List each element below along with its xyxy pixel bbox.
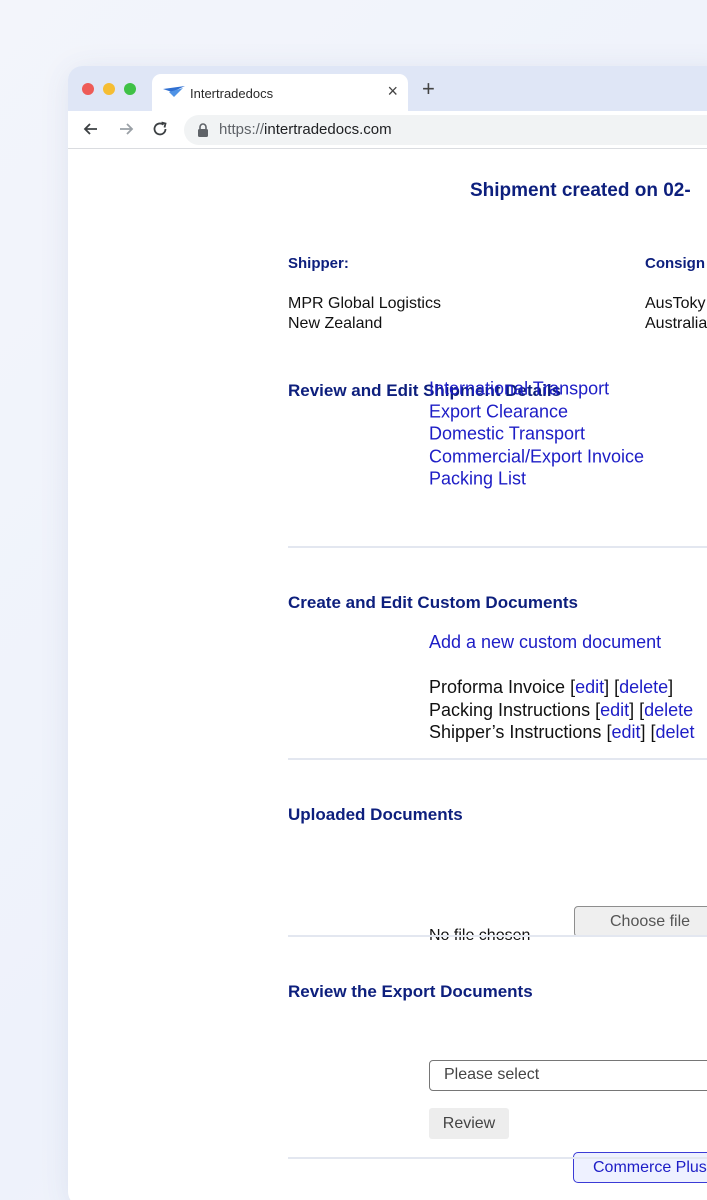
new-tab-icon[interactable]: +	[422, 78, 435, 100]
link-packing-list[interactable]: Packing List	[429, 468, 644, 491]
uploaded-docs-heading: Uploaded Documents	[288, 805, 463, 824]
back-arrow-icon[interactable]	[81, 119, 101, 139]
shipper-country: New Zealand	[288, 315, 383, 332]
intertradedocs-logo-icon	[163, 86, 185, 97]
link-international-transport[interactable]: International Transport	[429, 378, 644, 401]
divider	[288, 758, 707, 760]
link-domestic-transport[interactable]: Domestic Transport	[429, 423, 644, 446]
forward-arrow-icon[interactable]	[116, 119, 136, 139]
maximize-window-icon[interactable]	[124, 83, 136, 95]
reload-icon[interactable]	[150, 119, 170, 139]
consignee-name: AusToky	[645, 295, 706, 312]
minimize-window-icon[interactable]	[103, 83, 115, 95]
choose-file-button[interactable]: Choose file	[574, 906, 707, 937]
close-tab-icon[interactable]: ×	[387, 81, 398, 101]
custom-doc-name: Proforma Invoice	[429, 677, 566, 697]
edit-link[interactable]: edit	[600, 700, 629, 720]
browser-toolbar: https://intertradedocs.com	[68, 111, 707, 149]
custom-doc-list: Proforma Invoice [edit] [delete] Packing…	[429, 676, 695, 744]
lock-icon	[198, 123, 208, 137]
shipment-detail-links: International Transport Export Clearance…	[429, 378, 644, 491]
link-export-clearance[interactable]: Export Clearance	[429, 400, 644, 423]
page-content: Shipment created on 02- Shipper: Consign…	[68, 150, 707, 1200]
address-bar[interactable]: https://intertradedocs.com	[184, 115, 707, 145]
custom-doc-item: Proforma Invoice [edit] [delete]	[429, 677, 674, 697]
shipper-name: MPR Global Logistics	[288, 295, 441, 312]
delete-link[interactable]: delete	[619, 677, 668, 697]
custom-docs-heading: Create and Edit Custom Documents	[288, 593, 578, 612]
custom-doc-item: Packing Instructions [edit] [delete	[429, 699, 694, 720]
edit-link[interactable]: edit	[575, 677, 604, 697]
close-window-icon[interactable]	[82, 83, 94, 95]
add-custom-document-link[interactable]: Add a new custom document	[429, 631, 661, 654]
link-commercial-export-invoice[interactable]: Commercial/Export Invoice	[429, 445, 644, 468]
export-docs-heading: Review the Export Documents	[288, 982, 533, 1001]
url-scheme: https://	[219, 121, 265, 138]
tab-intertradedocs[interactable]: Intertradedocs ×	[152, 74, 408, 111]
browser-window: Intertradedocs × + https://intertradedoc…	[68, 66, 707, 1200]
delete-link[interactable]: delet	[656, 722, 695, 742]
consignee-label: Consign	[645, 255, 705, 272]
divider	[288, 1157, 707, 1159]
shipper-label: Shipper:	[288, 255, 349, 272]
custom-doc-item: Shipper’s Instructions [edit] [delet	[429, 722, 695, 742]
tab-title: Intertradedocs	[190, 86, 274, 101]
page-title: Shipment created on 02-	[470, 180, 691, 201]
tab-strip: Intertradedocs × +	[68, 66, 707, 111]
review-button[interactable]: Review	[429, 1108, 509, 1139]
divider	[288, 546, 707, 548]
url-host: intertradedocs.com	[264, 121, 392, 138]
edit-link[interactable]: edit	[611, 722, 640, 742]
divider	[288, 935, 707, 937]
custom-doc-name: Shipper’s Instructions	[429, 722, 602, 742]
document-select[interactable]: Please select	[429, 1060, 707, 1091]
url-text: https://intertradedocs.com	[219, 121, 392, 138]
consignee-country: Australia	[645, 315, 707, 332]
custom-doc-name: Packing Instructions	[429, 699, 591, 720]
delete-link[interactable]: delete	[644, 700, 693, 720]
